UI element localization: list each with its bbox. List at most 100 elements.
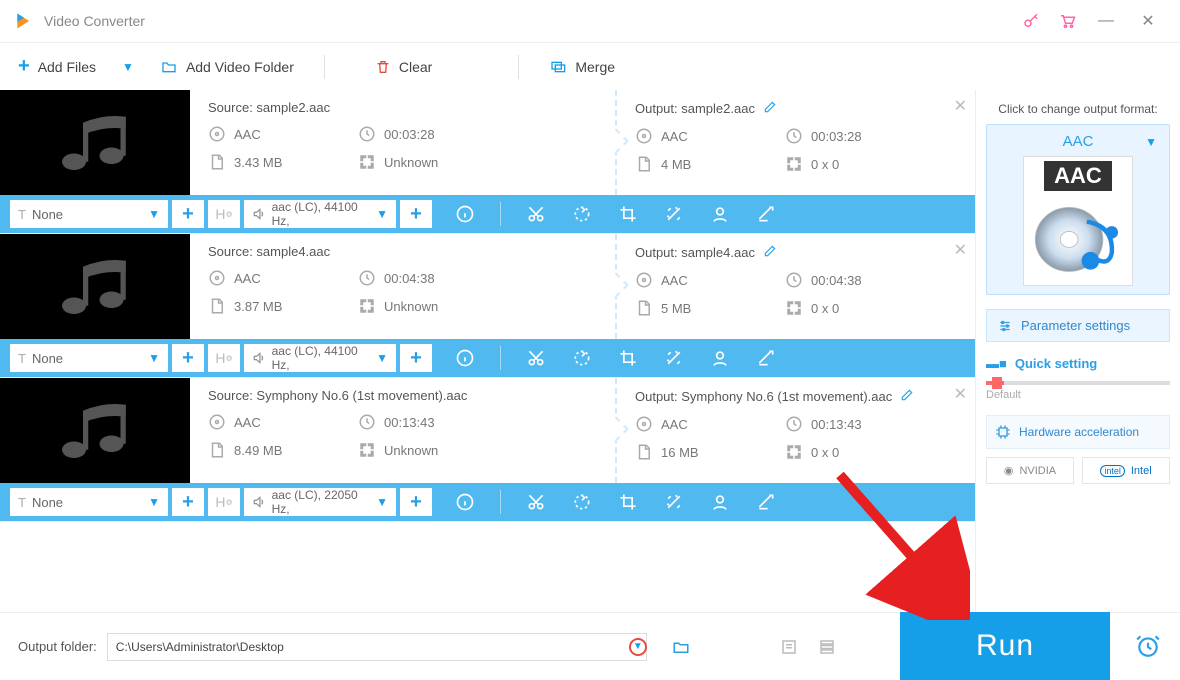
clear-button[interactable]: Clear: [375, 58, 432, 76]
separator: [324, 55, 325, 79]
subtitle-select[interactable]: TNone ▼: [10, 344, 168, 372]
add-files-button[interactable]: + Add Files: [18, 55, 96, 78]
remove-item-button[interactable]: ✕: [954, 240, 967, 260]
folder-icon: [160, 59, 178, 75]
add-subtitle-button[interactable]: +: [172, 200, 204, 228]
out-duration: 00:03:28: [785, 127, 957, 145]
intel-option[interactable]: intelIntel: [1082, 457, 1170, 484]
add-audio-button[interactable]: +: [400, 344, 432, 372]
output-format-card[interactable]: AAC ▼ AAC: [986, 124, 1170, 295]
subtitle-select[interactable]: TNone ▼: [10, 200, 168, 228]
src-dimensions: Unknown: [358, 441, 597, 459]
merge-icon: [549, 59, 567, 75]
audio-thumbnail[interactable]: [0, 90, 190, 195]
info-button[interactable]: [448, 197, 482, 231]
app-title: Video Converter: [44, 13, 145, 29]
out-format: AAC: [635, 271, 785, 289]
edit-output-icon[interactable]: [763, 244, 777, 261]
add-folder-label: Add Video Folder: [186, 59, 294, 75]
subtitle-button[interactable]: [749, 485, 783, 519]
clear-label: Clear: [399, 59, 432, 75]
watermark-button[interactable]: [703, 197, 737, 231]
alarm-button[interactable]: [1128, 626, 1168, 666]
crop-button[interactable]: [611, 341, 645, 375]
effects-button[interactable]: [657, 197, 691, 231]
info-button[interactable]: [448, 485, 482, 519]
minimize-button[interactable]: —: [1088, 7, 1124, 35]
quality-slider[interactable]: [986, 381, 1170, 385]
hardsub-button[interactable]: H⚙: [208, 488, 240, 516]
effects-button[interactable]: [657, 341, 691, 375]
output-folder-label: Output folder:: [18, 639, 97, 654]
hardsub-button[interactable]: H⚙: [208, 200, 240, 228]
source-path: Source: sample2.aac: [208, 100, 597, 115]
audio-codec-select[interactable]: aac (LC), 44100 Hz, ▼: [244, 344, 396, 372]
src-size: 8.49 MB: [208, 441, 358, 459]
trash-icon: [375, 58, 391, 76]
add-subtitle-button[interactable]: +: [172, 488, 204, 516]
audio-codec-select[interactable]: aac (LC), 22050 Hz, ▼: [244, 488, 396, 516]
src-format: AAC: [208, 413, 358, 431]
rotate-button[interactable]: [565, 341, 599, 375]
watermark-button[interactable]: [703, 485, 737, 519]
add-audio-button[interactable]: +: [400, 488, 432, 516]
add-subtitle-button[interactable]: +: [172, 344, 204, 372]
edit-output-icon[interactable]: [900, 388, 914, 405]
crop-button[interactable]: [611, 197, 645, 231]
open-folder-button[interactable]: [667, 638, 695, 656]
out-dimensions: 0 x 0: [785, 155, 957, 173]
effects-button[interactable]: [657, 485, 691, 519]
src-format: AAC: [208, 269, 358, 287]
output-format-name: AAC: [1063, 133, 1094, 150]
hardware-accel-button[interactable]: Hardware acceleration: [986, 415, 1170, 449]
trim-button[interactable]: [519, 485, 553, 519]
collapse-icon[interactable]: [813, 638, 841, 656]
rotate-button[interactable]: [565, 485, 599, 519]
subtitle-button[interactable]: [749, 197, 783, 231]
cart-icon[interactable]: [1052, 7, 1082, 35]
add-files-dropdown[interactable]: ▼: [122, 60, 134, 74]
quick-setting-label: Quick setting: [1015, 356, 1097, 371]
key-icon[interactable]: [1016, 7, 1046, 35]
out-format: AAC: [635, 127, 785, 145]
edit-output-icon[interactable]: [763, 100, 777, 117]
hardsub-button[interactable]: H⚙: [208, 344, 240, 372]
out-size: 4 MB: [635, 155, 785, 173]
watermark-button[interactable]: [703, 341, 737, 375]
close-button[interactable]: ✕: [1130, 7, 1166, 35]
file-item: Source: Symphony No.6 (1st movement).aac…: [0, 378, 975, 522]
run-button[interactable]: Run: [900, 612, 1110, 680]
merge-button[interactable]: Merge: [549, 59, 615, 75]
trim-button[interactable]: [519, 197, 553, 231]
output-folder-dropdown[interactable]: ▼: [629, 638, 647, 656]
remove-item-button[interactable]: ✕: [954, 384, 967, 404]
chip-icon: [995, 424, 1011, 440]
audio-thumbnail[interactable]: [0, 378, 190, 483]
info-button[interactable]: [448, 341, 482, 375]
nvidia-option[interactable]: ◉NVIDIA: [986, 457, 1074, 484]
quick-setting-toggle[interactable]: ▬■ Quick setting: [986, 356, 1170, 371]
format-badge: AAC: [1044, 161, 1112, 191]
output-path: Output: sample4.aac: [635, 244, 957, 261]
crop-button[interactable]: [611, 485, 645, 519]
audio-thumbnail[interactable]: [0, 234, 190, 339]
chevron-down-icon: ▼: [1145, 135, 1157, 149]
trim-button[interactable]: [519, 341, 553, 375]
plus-icon: +: [18, 55, 30, 78]
audio-codec-select[interactable]: aac (LC), 44100 Hz, ▼: [244, 200, 396, 228]
parameter-settings-button[interactable]: Parameter settings: [986, 309, 1170, 342]
separator: [518, 55, 519, 79]
add-folder-button[interactable]: Add Video Folder: [160, 59, 294, 75]
remove-item-button[interactable]: ✕: [954, 96, 967, 116]
merge-label: Merge: [575, 59, 615, 75]
list-icon[interactable]: [775, 638, 803, 656]
rotate-button[interactable]: [565, 197, 599, 231]
output-folder-input[interactable]: C:\Users\Administrator\Desktop: [107, 633, 647, 661]
subtitle-button[interactable]: [749, 341, 783, 375]
slider-default-label: Default: [986, 389, 1170, 401]
add-files-label: Add Files: [38, 59, 96, 75]
add-audio-button[interactable]: +: [400, 200, 432, 228]
src-format: AAC: [208, 125, 358, 143]
app-logo-icon: [14, 11, 34, 31]
subtitle-select[interactable]: TNone ▼: [10, 488, 168, 516]
